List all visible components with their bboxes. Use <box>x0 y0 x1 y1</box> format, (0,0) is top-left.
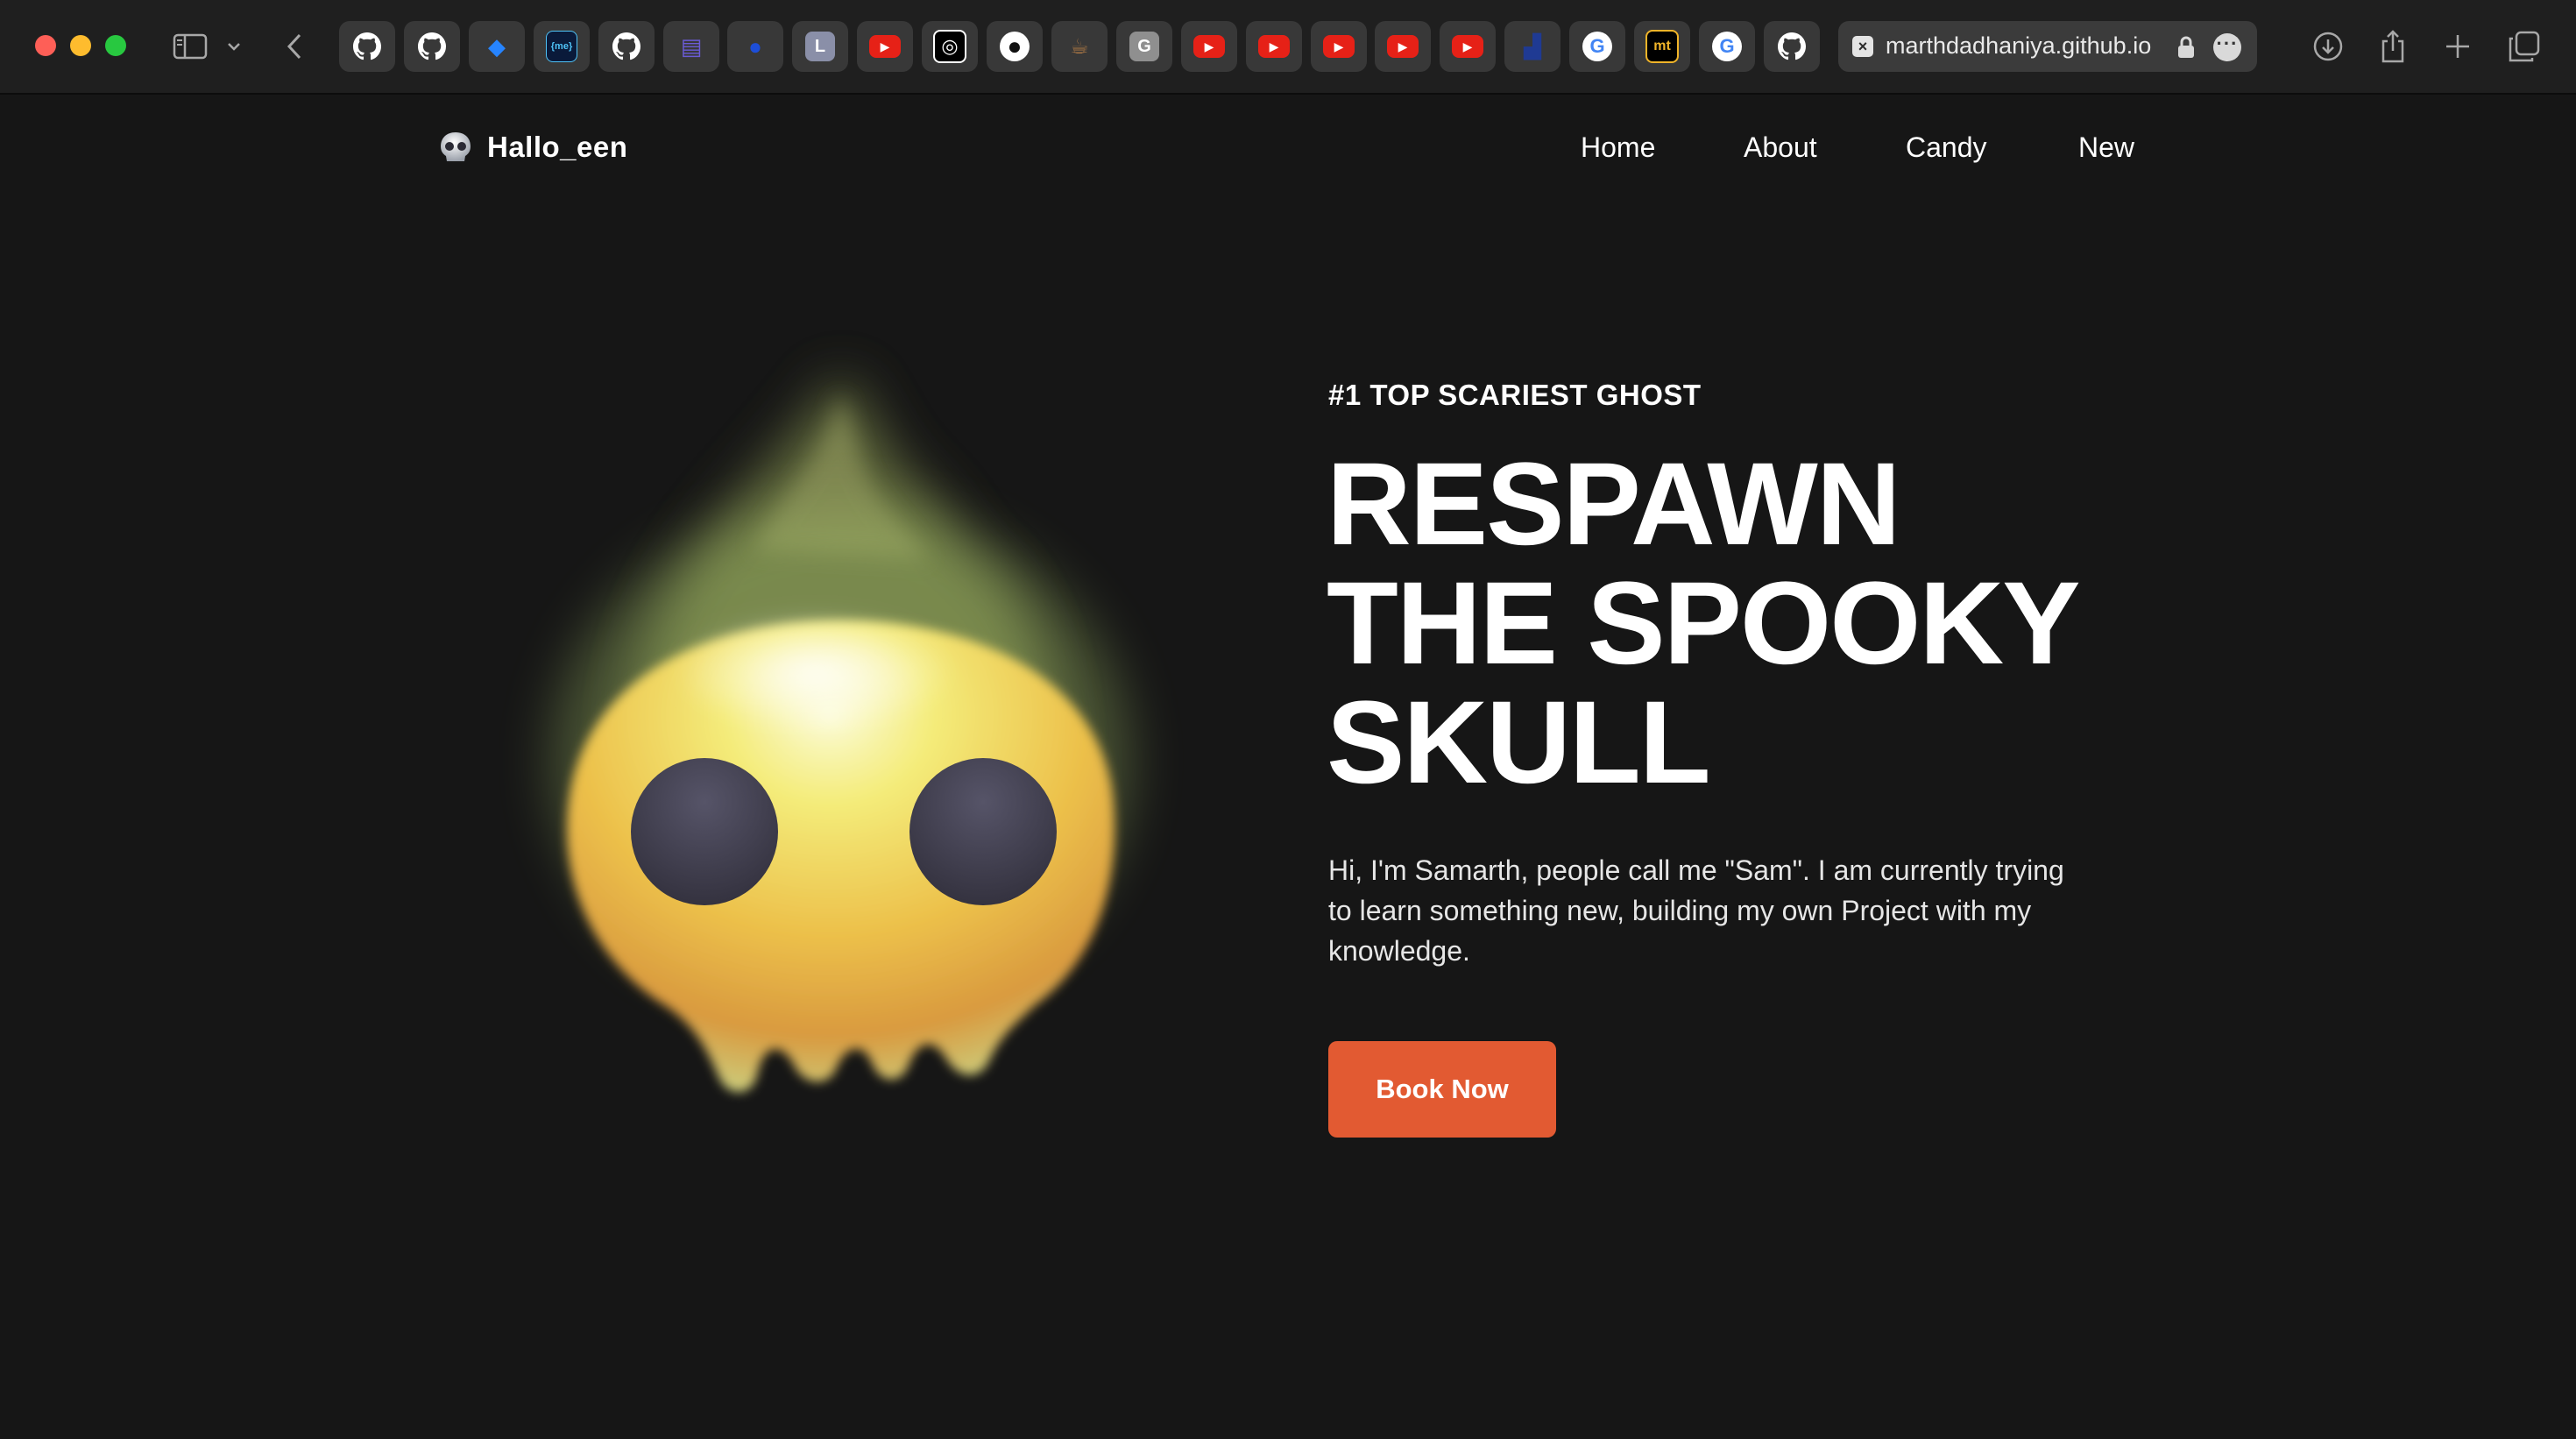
pinned-tab[interactable]: G <box>1699 21 1755 72</box>
hero-tagline: #1 TOP SCARIEST GHOST <box>1328 379 1702 411</box>
hero-description: Hi, I'm Samarth, people call me "Sam". I… <box>1328 854 2064 967</box>
more-options-icon[interactable]: ··· <box>2213 33 2241 61</box>
pinned-tab[interactable]: ● <box>727 21 783 72</box>
pinned-tab[interactable] <box>404 21 460 72</box>
url-text[interactable]: marthdadhaniya.github.io <box>1886 32 2151 60</box>
coffee-icon: ☕ <box>1070 34 1089 59</box>
github-icon <box>417 32 447 61</box>
download-icon[interactable] <box>2306 25 2350 68</box>
pinned-tab[interactable]: ▶ <box>1375 21 1431 72</box>
bio-link-icon: {me} <box>546 31 577 62</box>
address-bar[interactable]: × marthdadhaniya.github.io ··· <box>1838 21 2257 72</box>
dark-circle-icon: ● <box>1000 32 1030 61</box>
pinned-tab[interactable] <box>598 21 655 72</box>
pinned-tab[interactable]: ◆ <box>469 21 525 72</box>
pinned-tab[interactable]: ▤ <box>663 21 719 72</box>
nav-link-new[interactable]: New <box>2078 131 2134 164</box>
pinned-tab[interactable]: ● <box>987 21 1043 72</box>
tab-close-icon[interactable]: × <box>1852 36 1873 57</box>
browser-window: ◆ {me} ▤ ● L ▶ ◎ ● ☕ G ▶ ▶ ▶ ▶ ▶ ▟ Gmt G × marthdadhaniya… <box>0 0 2576 1439</box>
new-tab-icon[interactable] <box>2436 25 2480 68</box>
skull-left-eye <box>631 758 778 905</box>
tab-overview-icon[interactable] <box>2502 25 2546 68</box>
google-icon: G <box>1712 32 1742 61</box>
pinned-tab[interactable]: ☕ <box>1051 21 1108 72</box>
pinned-tab[interactable]: ▶ <box>1181 21 1237 72</box>
book-now-button[interactable]: Book Now <box>1328 1041 1556 1138</box>
mt-icon: mt <box>1645 30 1679 63</box>
headline-line-1: RESPAWN <box>1327 439 1901 570</box>
minimize-window-button[interactable] <box>70 35 91 56</box>
sidebar-toggle-icon[interactable] <box>168 23 212 70</box>
share-icon[interactable] <box>2371 25 2415 68</box>
openai-icon: ◎ <box>933 30 966 63</box>
youtube-icon: ▶ <box>1452 35 1483 58</box>
google-icon: G <box>1582 32 1612 61</box>
pinned-tab[interactable] <box>1764 21 1820 72</box>
web-page: Hallo_een Home About Candy New #1 TOP SC… <box>0 95 2576 1439</box>
youtube-icon: ▶ <box>1258 35 1290 58</box>
spooky-skull-illustration <box>491 270 1192 1146</box>
nav-link-home[interactable]: Home <box>1581 131 1655 164</box>
brand-logo[interactable]: Hallo_een <box>438 130 627 165</box>
pinned-tab[interactable]: G <box>1569 21 1625 72</box>
chart-app-icon: ▟ <box>1524 32 1541 60</box>
github-icon <box>612 32 641 61</box>
zoom-window-button[interactable] <box>105 35 126 56</box>
pinned-tab[interactable]: {me} <box>534 21 590 72</box>
youtube-icon: ▶ <box>1323 35 1355 58</box>
skull-right-eye <box>909 758 1057 905</box>
headline-line-3: SKULL <box>1327 677 1711 808</box>
pinned-tab[interactable]: ▶ <box>857 21 913 72</box>
pinned-tab[interactable] <box>339 21 395 72</box>
lock-icon <box>2176 35 2196 64</box>
pinned-tab[interactable]: ◎ <box>922 21 978 72</box>
letter-g-icon: G <box>1129 32 1159 61</box>
pinned-tab[interactable]: G <box>1116 21 1172 72</box>
printer-app-icon: ▤ <box>680 32 703 60</box>
back-arrow-icon[interactable] <box>277 23 312 70</box>
nav-link-candy[interactable]: Candy <box>1906 131 1987 164</box>
pinned-tab[interactable]: ▶ <box>1311 21 1367 72</box>
pinned-tab[interactable]: ▟ <box>1504 21 1560 72</box>
youtube-icon: ▶ <box>1193 35 1225 58</box>
pinned-tab[interactable]: ▶ <box>1440 21 1496 72</box>
close-window-button[interactable] <box>35 35 56 56</box>
brand-name: Hallo_een <box>487 131 628 163</box>
browser-toolbar: ◆ {me} ▤ ● L ▶ ◎ ● ☕ G ▶ ▶ ▶ ▶ ▶ ▟ Gmt G × marthdadhaniya… <box>0 0 2576 95</box>
youtube-icon: ▶ <box>1387 35 1419 58</box>
github-icon <box>352 32 382 61</box>
letter-l-icon: L <box>805 32 835 61</box>
nav-link-about[interactable]: About <box>1744 131 1817 164</box>
pinned-tab[interactable]: mt <box>1634 21 1690 72</box>
pinned-tab[interactable]: ▶ <box>1246 21 1302 72</box>
hero-headline: RESPAWN THE SPOOKY SKULL <box>1327 439 2081 808</box>
blue-circle-app-icon: ● <box>748 32 762 60</box>
pinned-tab[interactable]: L <box>792 21 848 72</box>
headline-line-2: THE SPOOKY <box>1327 558 2081 689</box>
jira-icon: ◆ <box>488 32 506 60</box>
youtube-icon: ▶ <box>869 35 901 58</box>
chevron-down-icon[interactable] <box>221 23 247 70</box>
skull-logo-icon <box>441 132 471 161</box>
github-icon <box>1777 32 1807 61</box>
